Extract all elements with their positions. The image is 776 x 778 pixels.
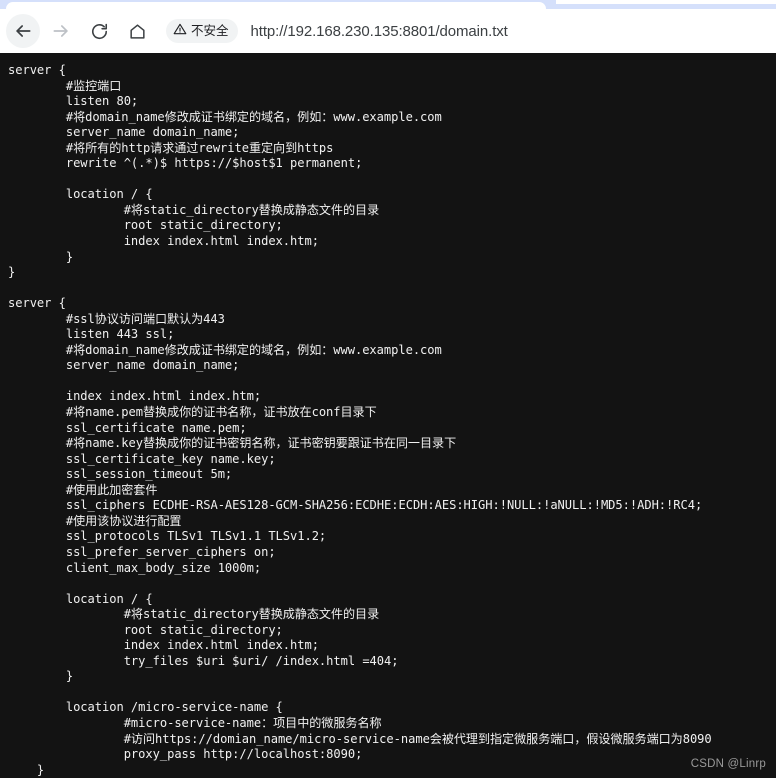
tab-strip	[0, 0, 776, 9]
page-viewport: server { #监控端口 listen 80; #将domain_name修…	[0, 53, 776, 778]
tab-active[interactable]	[6, 2, 546, 9]
url-text[interactable]: http://192.168.230.135:8801/domain.txt	[251, 23, 508, 40]
home-icon	[128, 22, 147, 41]
security-status-chip[interactable]: 不安全	[166, 19, 238, 43]
back-arrow-icon	[13, 21, 33, 41]
reload-icon	[90, 22, 109, 41]
reload-button[interactable]	[82, 14, 116, 48]
warning-triangle-icon	[173, 22, 187, 41]
watermark: CSDN @Linrp	[690, 758, 766, 770]
back-button[interactable]	[6, 14, 40, 48]
security-status-label: 不安全	[191, 23, 229, 38]
browser-toolbar: 不安全 http://192.168.230.135:8801/domain.t…	[0, 9, 776, 53]
forward-button[interactable]	[44, 14, 78, 48]
address-bar[interactable]: 不安全 http://192.168.230.135:8801/domain.t…	[164, 16, 760, 46]
browser-window: 不安全 http://192.168.230.135:8801/domain.t…	[0, 0, 776, 778]
home-button[interactable]	[120, 14, 154, 48]
plaintext-file-content: server { #监控端口 listen 80; #将domain_name修…	[8, 63, 712, 777]
forward-arrow-icon	[51, 21, 71, 41]
